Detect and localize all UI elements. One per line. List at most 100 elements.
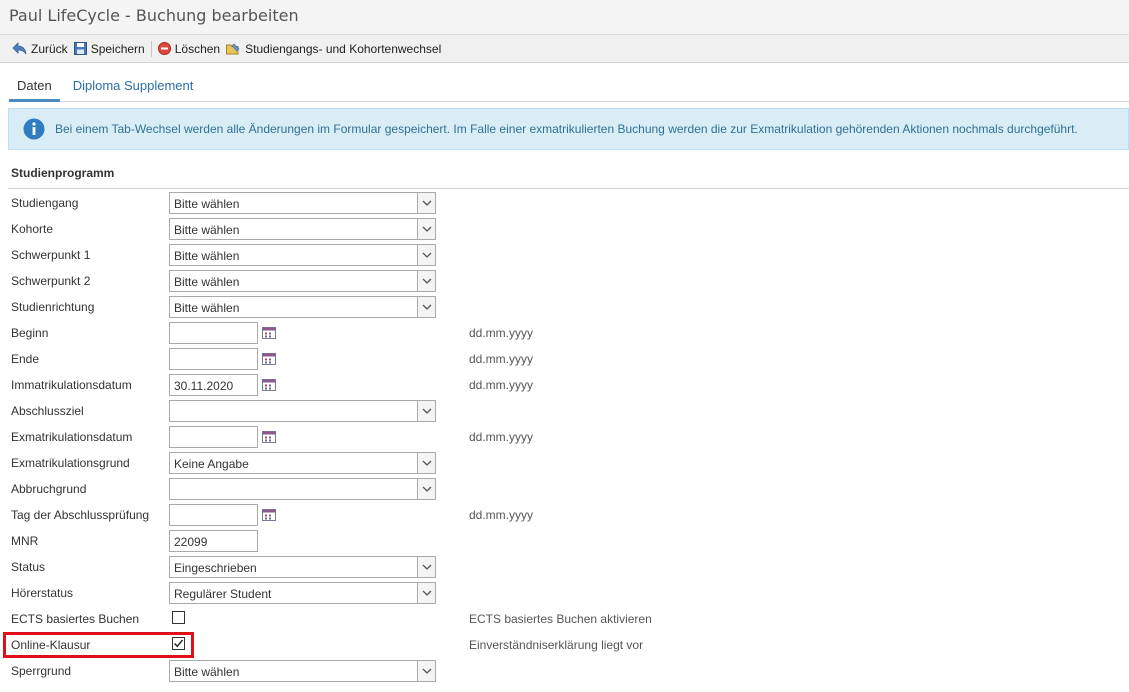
- select-status-value: Eingeschrieben: [174, 561, 257, 575]
- select-schwerpunkt2-value: Bitte wählen: [174, 275, 240, 289]
- info-message: Bei einem Tab-Wechsel werden alle Änderu…: [8, 108, 1129, 150]
- row-ects: ECTS basiertes Buchen ECTS basiertes Buc…: [0, 607, 1129, 633]
- row-exmatrikulationsdatum: Exmatrikulationsdatum dd.mm.yyyy: [0, 425, 1129, 451]
- select-kohorte-value: Bitte wählen: [174, 223, 240, 237]
- chevron-down-icon: [417, 245, 435, 265]
- label-mnr: MNR: [11, 534, 39, 548]
- input-mnr[interactable]: 22099: [169, 530, 258, 552]
- select-exmatrikulationsgrund[interactable]: Keine Angabe: [169, 452, 436, 474]
- row-studiengang: Studiengang Bitte wählen: [0, 191, 1129, 217]
- section-divider: [8, 188, 1129, 189]
- chevron-down-icon: [417, 193, 435, 213]
- select-hoererstatus[interactable]: Regulärer Student: [169, 582, 436, 604]
- calendar-icon[interactable]: [262, 378, 276, 394]
- row-studienrichtung: Studienrichtung Bitte wählen: [0, 295, 1129, 321]
- save-button[interactable]: Speichern: [73, 41, 145, 56]
- calendar-icon[interactable]: [262, 508, 276, 524]
- label-beginn: Beginn: [11, 326, 49, 340]
- select-exmatrikulationsgrund-value: Keine Angabe: [174, 457, 249, 471]
- label-kohorte: Kohorte: [11, 222, 54, 236]
- chevron-down-icon: [417, 661, 435, 681]
- input-immatrikulationsdatum[interactable]: 30.11.2020: [169, 374, 258, 396]
- label-studienrichtung: Studienrichtung: [11, 300, 95, 314]
- select-sperrgrund-value: Bitte wählen: [174, 665, 240, 679]
- info-text: Bei einem Tab-Wechsel werden alle Änderu…: [55, 122, 1078, 136]
- row-immatrikulationsdatum: Immatrikulationsdatum 30.11.2020 dd.mm.y…: [0, 373, 1129, 399]
- back-label: Zurück: [31, 41, 68, 56]
- section-title: Studienprogramm: [11, 166, 115, 180]
- checkbox-ects[interactable]: [172, 611, 185, 624]
- row-abbruchgrund: Abbruchgrund: [0, 477, 1129, 503]
- calendar-icon[interactable]: [262, 430, 276, 446]
- label-immatrikulationsdatum: Immatrikulationsdatum: [11, 378, 132, 392]
- back-arrow-icon: [12, 42, 27, 55]
- label-abschlusspruefung: Tag der Abschlussprüfung: [11, 508, 150, 522]
- select-sperrgrund[interactable]: Bitte wählen: [169, 660, 436, 682]
- delete-label: Löschen: [174, 41, 221, 56]
- delete-circle-icon: [157, 42, 171, 55]
- row-abschlussziel: Abschlussziel: [0, 399, 1129, 425]
- select-schwerpunkt2[interactable]: Bitte wählen: [169, 270, 436, 292]
- select-studienrichtung[interactable]: Bitte wählen: [169, 296, 436, 318]
- hint-online-klausur: Einverständniserklärung liegt vor: [469, 638, 644, 652]
- select-status[interactable]: Eingeschrieben: [169, 556, 436, 578]
- label-schwerpunkt1: Schwerpunkt 1: [11, 248, 91, 262]
- row-hoererstatus: Hörerstatus Regulärer Student: [0, 581, 1129, 607]
- hint-abschlusspruefung: dd.mm.yyyy: [469, 508, 534, 522]
- label-ende: Ende: [11, 352, 40, 366]
- floppy-disk-icon: [73, 42, 87, 55]
- calendar-icon[interactable]: [262, 326, 276, 342]
- title-bar: Paul LifeCycle - Buchung bearbeiten: [0, 0, 1129, 35]
- select-studiengang[interactable]: Bitte wählen: [169, 192, 436, 214]
- input-abschlusspruefung[interactable]: [169, 504, 258, 526]
- highlight-box: [3, 632, 194, 658]
- label-exmatrikulationsdatum: Exmatrikulationsdatum: [11, 430, 133, 444]
- row-exmatrikulationsgrund: Exmatrikulationsgrund Keine Angabe: [0, 451, 1129, 477]
- label-studiengang: Studiengang: [11, 196, 79, 210]
- row-sperrgrund: Sperrgrund Bitte wählen: [0, 659, 1129, 685]
- label-exmatrikulationsgrund: Exmatrikulationsgrund: [11, 456, 130, 470]
- chevron-down-icon: [417, 219, 435, 239]
- row-kohorte: Kohorte Bitte wählen: [0, 217, 1129, 243]
- label-abbruchgrund: Abbruchgrund: [11, 482, 87, 496]
- label-schwerpunkt2: Schwerpunkt 2: [11, 274, 91, 288]
- select-abschlussziel[interactable]: [169, 400, 436, 422]
- select-abbruchgrund[interactable]: [169, 478, 436, 500]
- change-program-label: Studiengangs- und Kohortenwechsel: [245, 41, 442, 56]
- tab-diploma-supplement[interactable]: Diploma Supplement: [65, 76, 202, 102]
- delete-button[interactable]: Löschen: [157, 41, 221, 56]
- row-schwerpunkt1: Schwerpunkt 1 Bitte wählen: [0, 243, 1129, 269]
- hint-exmatrikulationsdatum: dd.mm.yyyy: [469, 430, 534, 444]
- chevron-down-icon: [417, 583, 435, 603]
- info-icon: [23, 118, 45, 140]
- chevron-down-icon: [417, 453, 435, 473]
- study-program-form: Studiengang Bitte wählen Kohorte Bitte w…: [0, 191, 1129, 685]
- label-ects: ECTS basiertes Buchen: [11, 612, 140, 626]
- change-program-button[interactable]: Studiengangs- und Kohortenwechsel: [226, 42, 441, 56]
- input-ende[interactable]: [169, 348, 258, 370]
- label-status: Status: [11, 560, 46, 574]
- save-label: Speichern: [90, 41, 145, 56]
- calendar-icon[interactable]: [262, 352, 276, 368]
- chevron-down-icon: [417, 401, 435, 421]
- row-abschlusspruefung: Tag der Abschlussprüfung dd.mm.yyyy: [0, 503, 1129, 529]
- toolbar: Zurück Speichern Löschen Studiengangs- u…: [0, 35, 1129, 63]
- tab-daten[interactable]: Daten: [9, 76, 60, 102]
- toolbar-separator: [150, 40, 152, 57]
- input-exmatrikulationsdatum[interactable]: [169, 426, 258, 448]
- input-beginn[interactable]: [169, 322, 258, 344]
- chevron-down-icon: [417, 271, 435, 291]
- row-status: Status Eingeschrieben: [0, 555, 1129, 581]
- label-sperrgrund: Sperrgrund: [11, 664, 72, 678]
- chevron-down-icon: [417, 479, 435, 499]
- folder-edit-icon: [226, 43, 240, 55]
- page-title: Paul LifeCycle - Buchung bearbeiten: [9, 6, 299, 25]
- hint-beginn: dd.mm.yyyy: [469, 326, 534, 340]
- select-studienrichtung-value: Bitte wählen: [174, 301, 240, 315]
- select-kohorte[interactable]: Bitte wählen: [169, 218, 436, 240]
- select-schwerpunkt1[interactable]: Bitte wählen: [169, 244, 436, 266]
- chevron-down-icon: [417, 557, 435, 577]
- back-button[interactable]: Zurück: [12, 42, 68, 56]
- label-abschlussziel: Abschlussziel: [11, 404, 84, 418]
- row-ende: Ende dd.mm.yyyy: [0, 347, 1129, 373]
